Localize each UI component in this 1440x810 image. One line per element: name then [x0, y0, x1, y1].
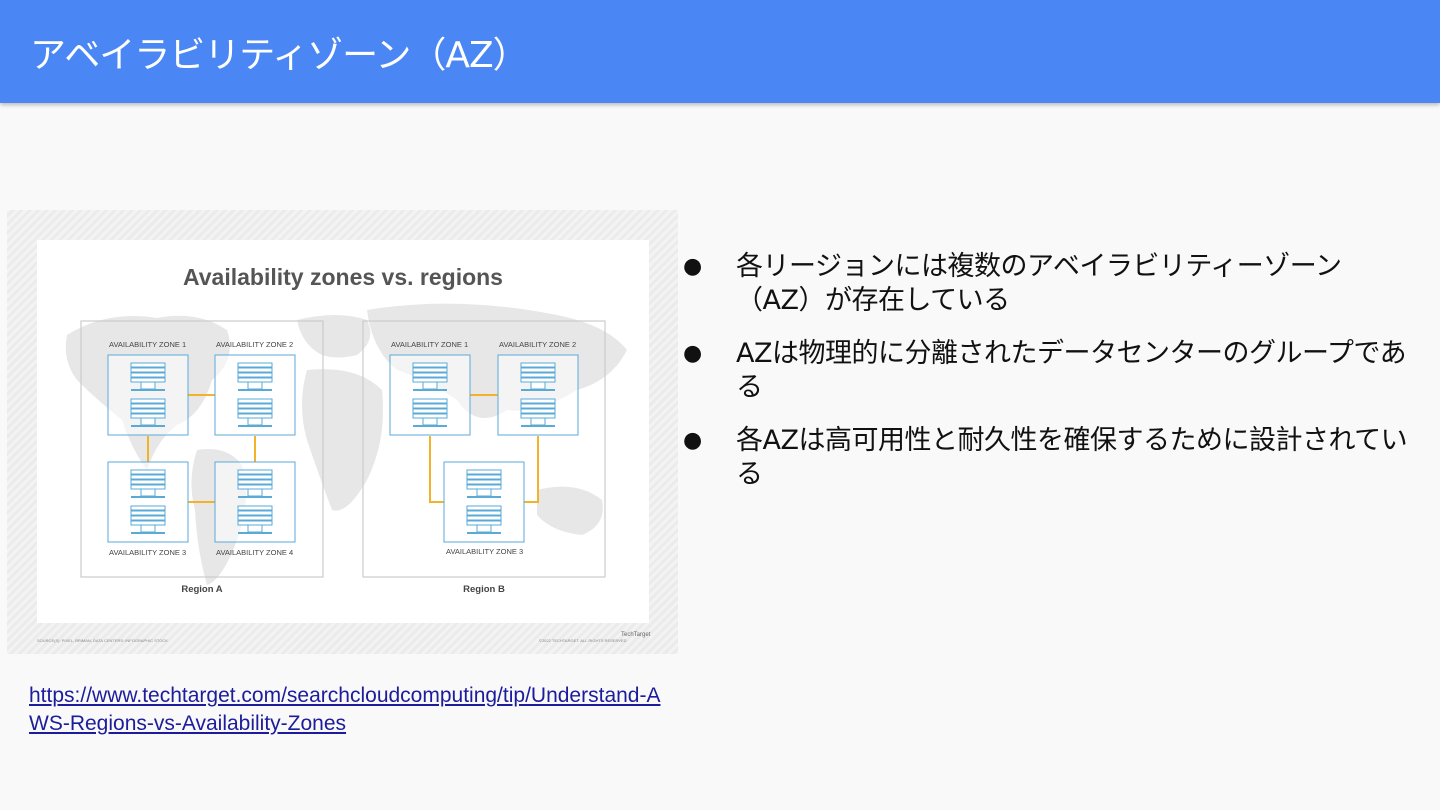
figure-copyright: ©2022 TECHTARGET. ALL RIGHTS RESERVED	[539, 638, 627, 643]
bullet-marker: ●	[683, 341, 702, 366]
figure-canvas: Availability zones vs. regions AVAILABIL…	[37, 240, 649, 623]
bullet-text: 各AZは高可用性と耐久性を確保するために設計されている	[736, 425, 1408, 490]
zone-label-a2: AVAILABILITY ZONE 2	[216, 340, 293, 349]
zone-a3	[108, 462, 188, 542]
zone-a1	[108, 355, 188, 435]
techtarget-logo: TechTarget	[621, 632, 651, 638]
bullet-marker: ●	[683, 428, 702, 453]
availability-diagram: AVAILABILITY ZONE 1 AVAILABILITY ZONE 2 …	[80, 320, 606, 595]
source-link[interactable]: https://www.techtarget.com/searchcloudco…	[29, 682, 669, 738]
region-b-label: Region B	[463, 584, 505, 595]
zone-label-b3: AVAILABILITY ZONE 3	[446, 547, 523, 556]
figure-image: Availability zones vs. regions AVAILABIL…	[7, 210, 678, 654]
zone-label-a1: AVAILABILITY ZONE 1	[109, 340, 186, 349]
bullet-item: ● 各リージョンには複数のアベイラビリティーゾーン（AZ）が存在している	[683, 250, 1413, 318]
zone-b2	[498, 355, 578, 435]
slide-title: アベイラビリティゾーン（AZ）	[30, 35, 529, 76]
zone-label-a3: AVAILABILITY ZONE 3	[109, 548, 186, 557]
bullet-marker: ●	[683, 254, 702, 279]
zone-a2	[215, 355, 295, 435]
slide-header: アベイラビリティゾーン（AZ）	[0, 0, 1440, 103]
zone-b1	[390, 355, 470, 435]
zone-b3	[444, 462, 524, 542]
zone-label-a4: AVAILABILITY ZONE 4	[216, 548, 293, 557]
zone-label-b1: AVAILABILITY ZONE 1	[391, 340, 468, 349]
zone-a4	[215, 462, 295, 542]
bullet-item: ● 各AZは高可用性と耐久性を確保するために設計されている	[683, 424, 1413, 492]
zone-label-b2: AVAILABILITY ZONE 2	[499, 340, 576, 349]
bullet-text: AZは物理的に分離されたデータセンターのグループである	[736, 338, 1407, 403]
bullet-item: ● AZは物理的に分離されたデータセンターのグループである	[683, 337, 1413, 405]
figure-source: SOURCE(S): PIXEL, BRIMAN, DATA CENTERS: …	[37, 638, 168, 643]
region-a-label: Region A	[181, 584, 222, 595]
bullet-list: ● 各リージョンには複数のアベイラビリティーゾーン（AZ）が存在している ● A…	[683, 250, 1413, 511]
bullet-text: 各リージョンには複数のアベイラビリティーゾーン（AZ）が存在している	[736, 251, 1342, 316]
